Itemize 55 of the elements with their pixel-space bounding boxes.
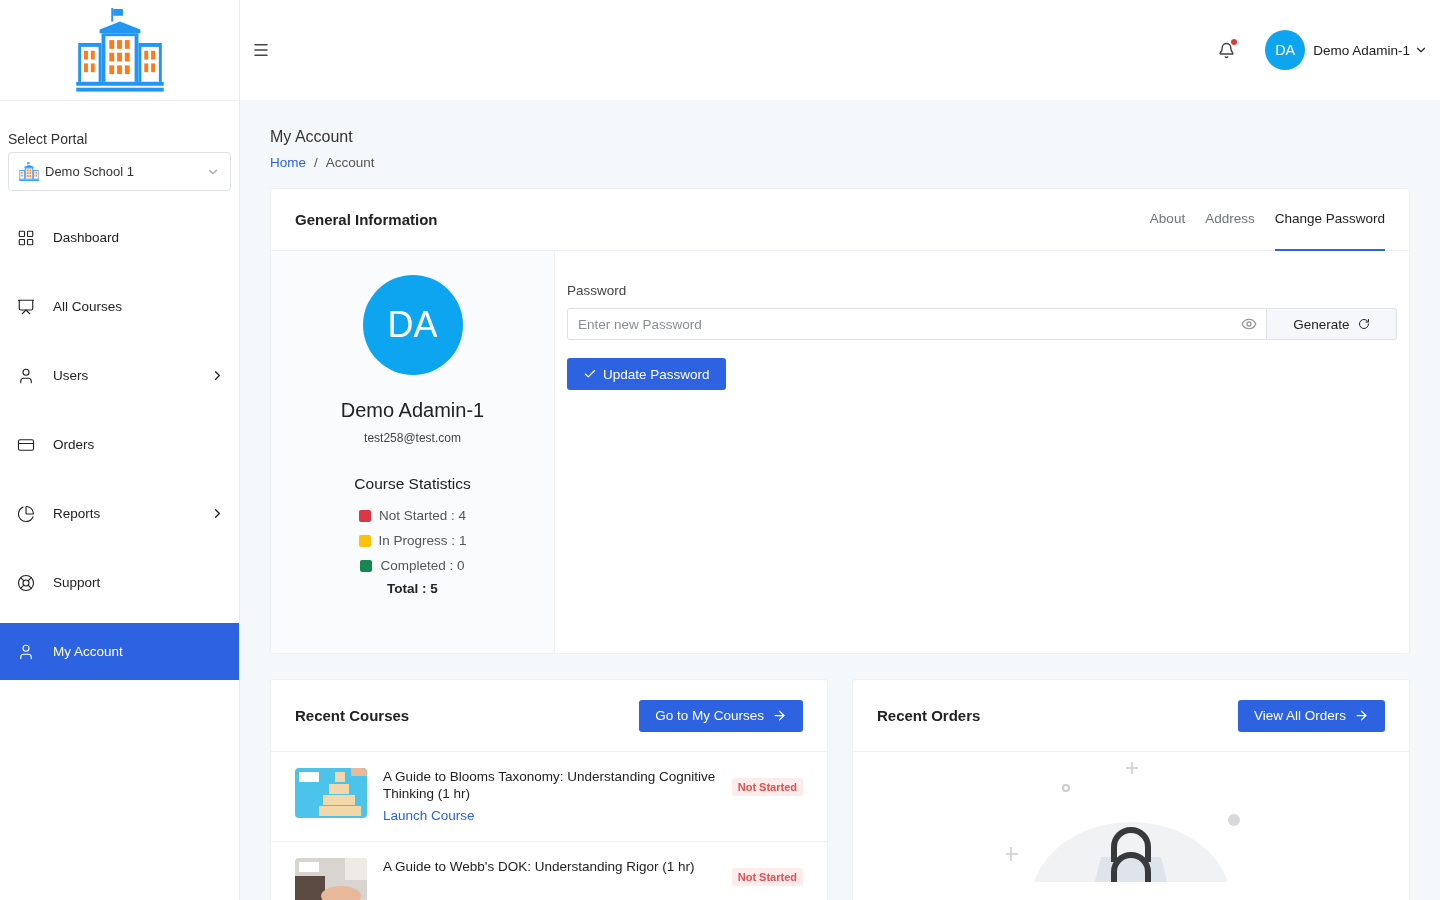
course-title: A Guide to Blooms Taxonomy: Understanding Cognitive Thinking (1 hr) (383, 768, 716, 802)
status-tag: Not Started (731, 778, 803, 796)
all-orders-button[interactable]: View All Orders (1237, 699, 1385, 732)
tab[interactable]: Address (1205, 188, 1255, 251)
portal-select[interactable]: Demo School 1 (8, 152, 231, 191)
my-courses-button[interactable]: Go to My Courses (639, 699, 803, 732)
nav-item[interactable]: Users (0, 347, 239, 404)
menu-icon[interactable] (252, 41, 270, 59)
tab[interactable]: About (1149, 188, 1186, 251)
nav-item[interactable]: Reports (0, 485, 239, 542)
pie-chart-icon (17, 504, 35, 523)
breadcrumb-separator: / (314, 155, 318, 170)
stat-label: Completed : 0 (380, 558, 465, 573)
nav-item[interactable]: All Courses (0, 278, 239, 335)
profile-name: Demo Adamin-1 (340, 399, 485, 422)
user-icon (17, 366, 35, 385)
card-title: Recent Orders (877, 707, 982, 724)
user-menu[interactable]: Demo Adamin-1 (1313, 42, 1428, 58)
school-building-icon (19, 162, 39, 181)
grid-icon (17, 228, 35, 247)
nav-item[interactable]: Dashboard (0, 209, 239, 266)
card-title: Recent Courses (295, 707, 411, 724)
bell-icon[interactable] (1218, 41, 1236, 59)
eye-icon[interactable] (1241, 316, 1257, 332)
refresh-icon (1357, 318, 1370, 330)
nav-item[interactable]: My Account (0, 623, 239, 680)
password-field[interactable]: Enter new Password (567, 308, 1267, 340)
course-title: A Guide to Webb's DOK: Understanding Rigor (1 hr) (383, 858, 696, 875)
stats-title: Course Statistics (354, 475, 471, 493)
user-icon (17, 642, 35, 661)
generate-button[interactable]: Generate (1267, 308, 1397, 340)
tab[interactable]: Change Password (1274, 188, 1385, 251)
stats-total: Total : 5 (387, 581, 438, 596)
page-title: My Account (270, 128, 354, 146)
breadcrumb-link[interactable]: Home (270, 155, 306, 170)
password-label: Password (567, 283, 628, 298)
profile-email: test258@test.com (364, 431, 461, 445)
portal-label: Select Portal (8, 131, 89, 147)
nav-item[interactable]: Orders (0, 416, 239, 473)
arrow-right-icon (772, 708, 787, 723)
user-avatar: DA (1265, 30, 1306, 70)
lifebuoy-icon (17, 573, 35, 592)
arrow-right-icon (1354, 708, 1369, 723)
update-password-button[interactable]: Update Password (567, 358, 726, 390)
card-title: General Information (295, 211, 439, 228)
profile-avatar: DA (362, 275, 463, 375)
check-icon (583, 367, 597, 381)
breadcrumb-current: Account (325, 155, 375, 170)
stat-label: In Progress : 1 (378, 533, 467, 548)
nav-item[interactable]: Support (0, 554, 239, 611)
school-building-icon (75, 8, 164, 92)
launch-course-link[interactable]: Launch Course (383, 808, 716, 823)
status-tag: Not Started (731, 868, 803, 886)
stat-label: Not Started : 4 (378, 508, 466, 523)
presentation-icon (17, 297, 35, 316)
